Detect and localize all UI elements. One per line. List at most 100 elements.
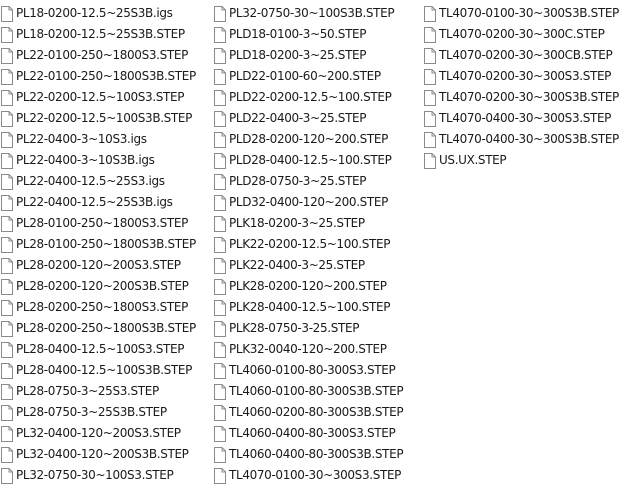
file-name: PL22-0400-12.5~25S3B.igs: [16, 195, 173, 209]
file-item[interactable]: TL4060-0400-80-300S3.STEP: [214, 423, 403, 444]
file-name: PL32-0750-30~100S3.STEP: [16, 468, 174, 482]
file-name: PL28-0200-120~200S3.STEP: [16, 258, 181, 272]
file-icon: [214, 299, 226, 316]
file-icon: [1, 26, 13, 43]
file-icon: [214, 194, 226, 211]
file-item[interactable]: PLK18-0200-3~25.STEP: [214, 213, 403, 234]
file-item[interactable]: TL4070-0200-30~300C.STEP: [424, 24, 619, 45]
file-item[interactable]: PL22-0400-12.5~25S3B.igs: [1, 192, 196, 213]
file-item[interactable]: TL4070-0100-30~300S3B.STEP: [424, 3, 619, 24]
file-name: TL4060-0400-80-300S3B.STEP: [229, 447, 404, 461]
file-item[interactable]: PLD18-0100-3~50.STEP: [214, 24, 403, 45]
file-item[interactable]: PL22-0100-250~1800S3.STEP: [1, 45, 196, 66]
file-item[interactable]: PL32-0750-30~100S3.STEP: [1, 465, 196, 486]
file-item[interactable]: PL32-0750-30~100S3B.STEP: [214, 3, 403, 24]
file-item[interactable]: TL4070-0400-30~300S3B.STEP: [424, 129, 619, 150]
file-item[interactable]: PL22-0400-3~10S3.igs: [1, 129, 196, 150]
file-item[interactable]: PL28-0200-120~200S3.STEP: [1, 255, 196, 276]
file-name: PL32-0750-30~100S3B.STEP: [229, 6, 395, 20]
file-item[interactable]: PL28-0200-250~1800S3.STEP: [1, 297, 196, 318]
file-item[interactable]: PL28-0100-250~1800S3.STEP: [1, 213, 196, 234]
file-icon: [424, 110, 436, 127]
file-item[interactable]: PL28-0100-250~1800S3B.STEP: [1, 234, 196, 255]
file-item[interactable]: PLD28-0750-3~25.STEP: [214, 171, 403, 192]
file-icon: [1, 89, 13, 106]
file-icon: [1, 278, 13, 295]
file-name: PL32-0400-120~200S3.STEP: [16, 426, 181, 440]
file-item[interactable]: TL4060-0100-80-300S3B.STEP: [214, 381, 404, 402]
file-icon: [424, 131, 436, 148]
file-item[interactable]: PL28-0200-250~1800S3B.STEP: [1, 318, 196, 339]
file-item[interactable]: PLK28-0200-120~200.STEP: [214, 276, 403, 297]
file-name: US.UX.STEP: [439, 153, 507, 167]
file-name: PL28-0200-250~1800S3B.STEP: [16, 321, 196, 335]
file-item[interactable]: TL4060-0200-80-300S3B.STEP: [214, 402, 404, 423]
file-name: PLD18-0200-3~25.STEP: [229, 48, 367, 62]
file-item[interactable]: TL4060-0400-80-300S3B.STEP: [214, 444, 404, 465]
file-item[interactable]: TL4070-0200-30~300CB.STEP: [424, 45, 619, 66]
file-icon: [214, 341, 226, 358]
file-item[interactable]: TL4070-0200-30~300S3B.STEP: [424, 87, 619, 108]
file-name: TL4060-0100-80-300S3.STEP: [229, 363, 396, 377]
file-item[interactable]: PLK22-0200-12.5~100.STEP: [214, 234, 403, 255]
file-icon: [214, 26, 226, 43]
file-name: PL32-0400-120~200S3B.STEP: [16, 447, 189, 461]
file-item[interactable]: PLK28-0400-12.5~100.STEP: [214, 297, 403, 318]
file-item[interactable]: PLK22-0400-3~25.STEP: [214, 255, 403, 276]
file-item[interactable]: PL28-0750-3~25S3B.STEP: [1, 402, 196, 423]
file-list-view: PL18-0200-12.5~25S3B.igs PL18-0200-12.5~2…: [0, 0, 626, 488]
file-item[interactable]: TL4060-0100-80-300S3.STEP: [214, 360, 403, 381]
file-name: PLD22-0100-60~200.STEP: [229, 69, 381, 83]
file-item[interactable]: PL28-0400-12.5~100S3.STEP: [1, 339, 196, 360]
file-item[interactable]: PL28-0200-120~200S3B.STEP: [1, 276, 196, 297]
file-item[interactable]: TL4070-0400-30~300S3.STEP: [424, 108, 619, 129]
file-name: TL4060-0200-80-300S3B.STEP: [229, 405, 404, 419]
file-icon: [1, 467, 13, 484]
file-item[interactable]: PL22-0400-12.5~25S3.igs: [1, 171, 196, 192]
file-item[interactable]: TL4070-0100-30~300S3.STEP: [214, 465, 403, 486]
file-item[interactable]: PLD22-0100-60~200.STEP: [214, 66, 403, 87]
file-item[interactable]: PL22-0400-3~10S3B.igs: [1, 150, 196, 171]
file-name: PLK22-0400-3~25.STEP: [229, 258, 365, 272]
file-item[interactable]: PLD32-0400-120~200.STEP: [214, 192, 403, 213]
file-item[interactable]: PLD18-0200-3~25.STEP: [214, 45, 403, 66]
file-icon: [214, 404, 226, 421]
file-item[interactable]: PL18-0200-12.5~25S3B.igs: [1, 3, 196, 24]
file-name: PL28-0100-250~1800S3B.STEP: [16, 237, 196, 251]
file-icon: [214, 467, 226, 484]
file-item[interactable]: PLK32-0040-120~200.STEP: [214, 339, 403, 360]
file-item[interactable]: PLK28-0750-3-25.STEP: [214, 318, 403, 339]
file-icon: [214, 110, 226, 127]
file-name: PL18-0200-12.5~25S3B.STEP: [16, 27, 185, 41]
file-icon: [214, 89, 226, 106]
file-name: PLK28-0750-3-25.STEP: [229, 321, 360, 335]
file-name: PL22-0100-250~1800S3.STEP: [16, 48, 188, 62]
file-name: PLK28-0400-12.5~100.STEP: [229, 300, 391, 314]
file-name: PL28-0750-3~25S3.STEP: [16, 384, 159, 398]
file-name: TL4070-0100-30~300S3.STEP: [229, 468, 402, 482]
file-item[interactable]: PL32-0400-120~200S3.STEP: [1, 423, 196, 444]
file-item[interactable]: PL28-0400-12.5~100S3B.STEP: [1, 360, 196, 381]
file-item[interactable]: PL22-0200-12.5~100S3B.STEP: [1, 108, 196, 129]
file-item[interactable]: TL4070-0200-30~300S3.STEP: [424, 66, 619, 87]
file-name: PLK28-0200-120~200.STEP: [229, 279, 387, 293]
file-item[interactable]: US.UX.STEP: [424, 150, 619, 171]
file-item[interactable]: PL22-0200-12.5~100S3.STEP: [1, 87, 196, 108]
file-name: PLD18-0100-3~50.STEP: [229, 27, 367, 41]
file-name: PL28-0200-120~200S3B.STEP: [16, 279, 189, 293]
file-name: PL22-0400-3~10S3.igs: [16, 132, 147, 146]
file-item[interactable]: PL32-0400-120~200S3B.STEP: [1, 444, 196, 465]
file-item[interactable]: PLD22-0400-3~25.STEP: [214, 108, 403, 129]
file-icon: [1, 383, 13, 400]
file-icon: [1, 320, 13, 337]
file-item[interactable]: PL28-0750-3~25S3.STEP: [1, 381, 196, 402]
file-icon: [214, 47, 226, 64]
file-item[interactable]: PLD28-0400-12.5~100.STEP: [214, 150, 403, 171]
file-item[interactable]: PLD28-0200-120~200.STEP: [214, 129, 403, 150]
file-item[interactable]: PLD22-0200-12.5~100.STEP: [214, 87, 403, 108]
file-icon: [1, 404, 13, 421]
file-item[interactable]: PL22-0100-250~1800S3B.STEP: [1, 66, 196, 87]
file-item[interactable]: PL18-0200-12.5~25S3B.STEP: [1, 24, 196, 45]
file-name: PL22-0100-250~1800S3B.STEP: [16, 69, 196, 83]
file-icon: [424, 152, 436, 169]
